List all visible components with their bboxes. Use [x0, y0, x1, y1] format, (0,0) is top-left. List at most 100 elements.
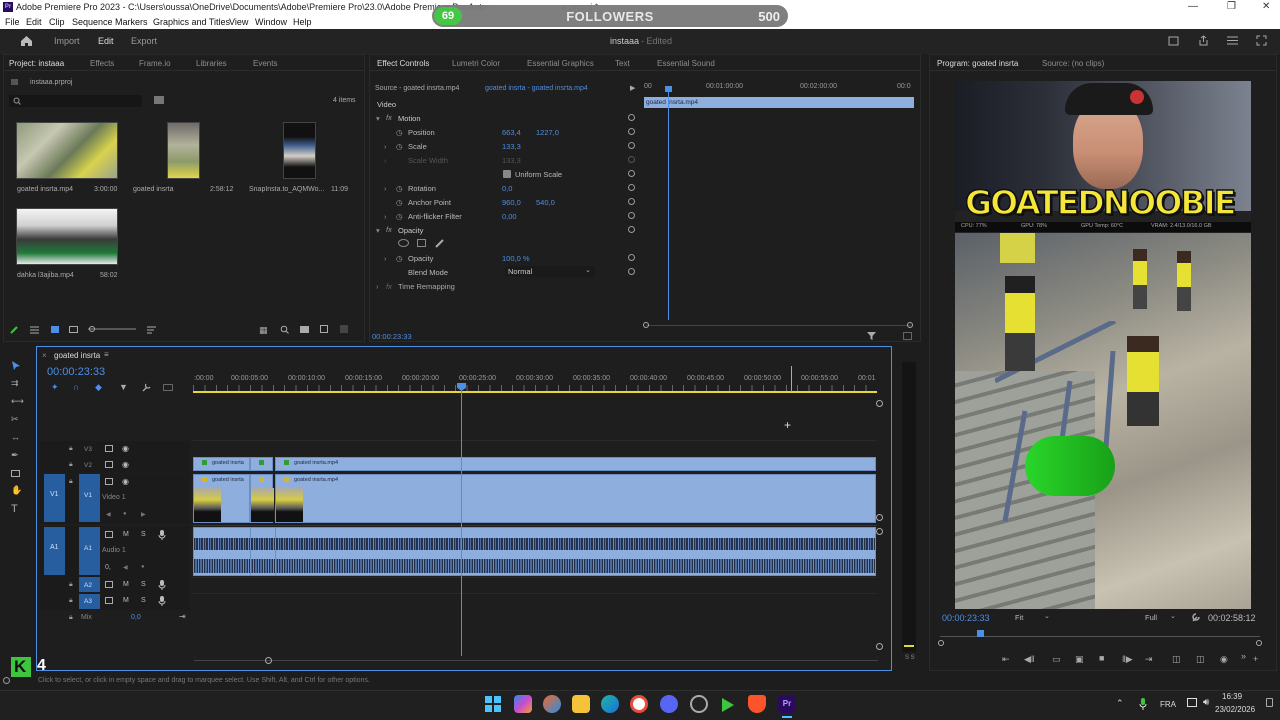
- tab-effect-controls[interactable]: Effect Controls: [377, 59, 430, 71]
- menu-graphics[interactable]: Graphics and Titles: [153, 17, 230, 27]
- a1-source-patch[interactable]: A1: [44, 527, 65, 575]
- tab-source[interactable]: Source: (no clips): [1042, 59, 1104, 68]
- menu-edit[interactable]: Edit: [26, 17, 42, 27]
- overwrite-icon[interactable]: ◫: [1196, 654, 1205, 665]
- sort-icon[interactable]: [147, 326, 156, 334]
- copilot-icon[interactable]: [514, 695, 532, 713]
- opacity-value[interactable]: 100,0 %: [502, 254, 530, 263]
- expand-icon[interactable]: ›: [376, 282, 379, 291]
- clip-selector[interactable]: goated insrta - goated insrta.mp4: [485, 85, 588, 92]
- anchor-y[interactable]: 540,0: [536, 198, 555, 207]
- list-view-icon[interactable]: [30, 326, 39, 334]
- play-only-audio-icon[interactable]: ▶: [630, 84, 635, 92]
- clip-v1[interactable]: [250, 474, 274, 523]
- microphone-tray-icon[interactable]: [1139, 698, 1147, 710]
- solo-button[interactable]: S: [141, 581, 146, 588]
- stopwatch-icon[interactable]: ◷: [396, 184, 403, 193]
- position-y[interactable]: 1227,0: [536, 128, 559, 137]
- tab-essential-graphics[interactable]: Essential Graphics: [527, 59, 594, 68]
- add-button-icon[interactable]: +: [1253, 654, 1258, 664]
- home-icon[interactable]: [20, 35, 33, 47]
- sync-lock-icon[interactable]: [105, 461, 113, 468]
- add-marker-icon[interactable]: ▼: [119, 382, 128, 392]
- premiere-taskbar-icon[interactable]: Pr: [778, 695, 796, 713]
- menu-markers[interactable]: Markers: [115, 17, 148, 27]
- ec-timecode[interactable]: 00:00:23:33: [372, 332, 412, 341]
- lift-icon[interactable]: ▭: [1052, 654, 1061, 665]
- blend-mode-select[interactable]: Normal ⌄: [505, 266, 595, 277]
- brave-icon[interactable]: [748, 695, 766, 713]
- trash-icon[interactable]: [340, 325, 348, 333]
- v1-source-patch[interactable]: V1: [44, 474, 65, 522]
- tab-lumetri[interactable]: Lumetri Color: [452, 59, 500, 68]
- quality-select[interactable]: Full ⌄: [1142, 612, 1182, 623]
- scrub-handle-left[interactable]: [938, 640, 944, 646]
- sync-lock-icon[interactable]: [105, 478, 113, 485]
- clock-time[interactable]: 16:39: [1222, 692, 1242, 701]
- discord-icon[interactable]: [660, 695, 678, 713]
- expand-icon[interactable]: ›: [384, 142, 387, 151]
- microphone-icon[interactable]: [158, 596, 166, 606]
- clip-thumbnail[interactable]: [16, 122, 118, 179]
- solo-button[interactable]: S: [141, 597, 146, 604]
- audio-volume[interactable]: 0,: [105, 564, 111, 571]
- chrome-icon[interactable]: [630, 695, 648, 713]
- scroll-handle[interactable]: [265, 657, 272, 664]
- eye-icon[interactable]: ◉: [122, 477, 129, 486]
- mix-expand-icon[interactable]: ⇥: [179, 612, 186, 621]
- language-indicator[interactable]: FRA: [1160, 700, 1176, 709]
- filter-icon[interactable]: [867, 331, 876, 340]
- timeline-timecode[interactable]: 00:00:23:33: [47, 366, 105, 378]
- lock-icon[interactable]: 🔒︎: [69, 478, 73, 486]
- anchor-x[interactable]: 960,0: [502, 198, 521, 207]
- close-sequence-icon[interactable]: ×: [42, 351, 47, 360]
- expand-icon[interactable]: ›: [384, 184, 387, 193]
- mute-button[interactable]: M: [123, 581, 129, 588]
- reset-icon[interactable]: [628, 268, 635, 275]
- tab-frameio[interactable]: Frame.io: [139, 59, 171, 68]
- scroll-handle[interactable]: [876, 514, 883, 521]
- close-icon[interactable]: ✕: [1262, 1, 1270, 12]
- step-back-icon[interactable]: ◀‖: [1024, 654, 1035, 665]
- motion-expand-icon[interactable]: ▾: [376, 114, 380, 123]
- audio-clip-a1[interactable]: [193, 527, 876, 576]
- ec-zoom-bar[interactable]: [646, 325, 911, 326]
- menu-help[interactable]: Help: [293, 17, 312, 27]
- edit-tab[interactable]: Edit: [98, 36, 114, 46]
- clip-v1[interactable]: goated insrta.mp4: [275, 474, 876, 523]
- ripple-edit-icon[interactable]: ⟷: [11, 396, 24, 407]
- eye-icon[interactable]: ◉: [122, 444, 129, 453]
- fx-badge[interactable]: fx: [386, 225, 392, 234]
- linked-selection-icon[interactable]: ◆: [95, 382, 102, 393]
- sync-lock-icon[interactable]: [105, 581, 113, 588]
- windows-start-icon[interactable]: [485, 696, 501, 712]
- edge-icon[interactable]: [601, 695, 619, 713]
- menu-window[interactable]: Window: [255, 17, 287, 27]
- lock-icon[interactable]: 🔒︎: [69, 461, 73, 469]
- reset-icon[interactable]: [628, 114, 635, 121]
- antiflicker-value[interactable]: 0,00: [502, 212, 517, 221]
- mark-out-icon[interactable]: ⇥: [1145, 654, 1153, 665]
- snapinsta-thumbnail[interactable]: [283, 122, 316, 179]
- zoom-slider[interactable]: [88, 328, 136, 330]
- icon-view-icon[interactable]: [51, 326, 59, 333]
- captions-icon[interactable]: [163, 384, 173, 391]
- network-icon[interactable]: [1187, 698, 1197, 707]
- reset-icon[interactable]: [628, 254, 635, 261]
- program-playhead[interactable]: [977, 630, 984, 637]
- source-label[interactable]: Source - goated insrta.mp4: [375, 85, 459, 92]
- share-icon[interactable]: [1198, 35, 1209, 46]
- export-tab[interactable]: Export: [131, 36, 157, 46]
- notification-icon[interactable]: [1266, 698, 1273, 707]
- clip-v1[interactable]: goated insrta: [193, 474, 250, 523]
- type-tool-icon[interactable]: T: [11, 503, 18, 515]
- sequence-thumbnail[interactable]: [167, 122, 200, 179]
- keyframe-prev-icon[interactable]: ◀: [106, 511, 111, 518]
- sync-lock-icon[interactable]: [105, 445, 113, 452]
- clip-v2[interactable]: goated insrta: [193, 457, 250, 471]
- program-scrub-bar[interactable]: [940, 636, 1260, 637]
- file-explorer-icon[interactable]: [572, 695, 590, 713]
- fx-badge[interactable]: fx: [386, 113, 392, 122]
- reset-icon[interactable]: [628, 212, 635, 219]
- lock-icon[interactable]: 🔒︎: [69, 445, 73, 453]
